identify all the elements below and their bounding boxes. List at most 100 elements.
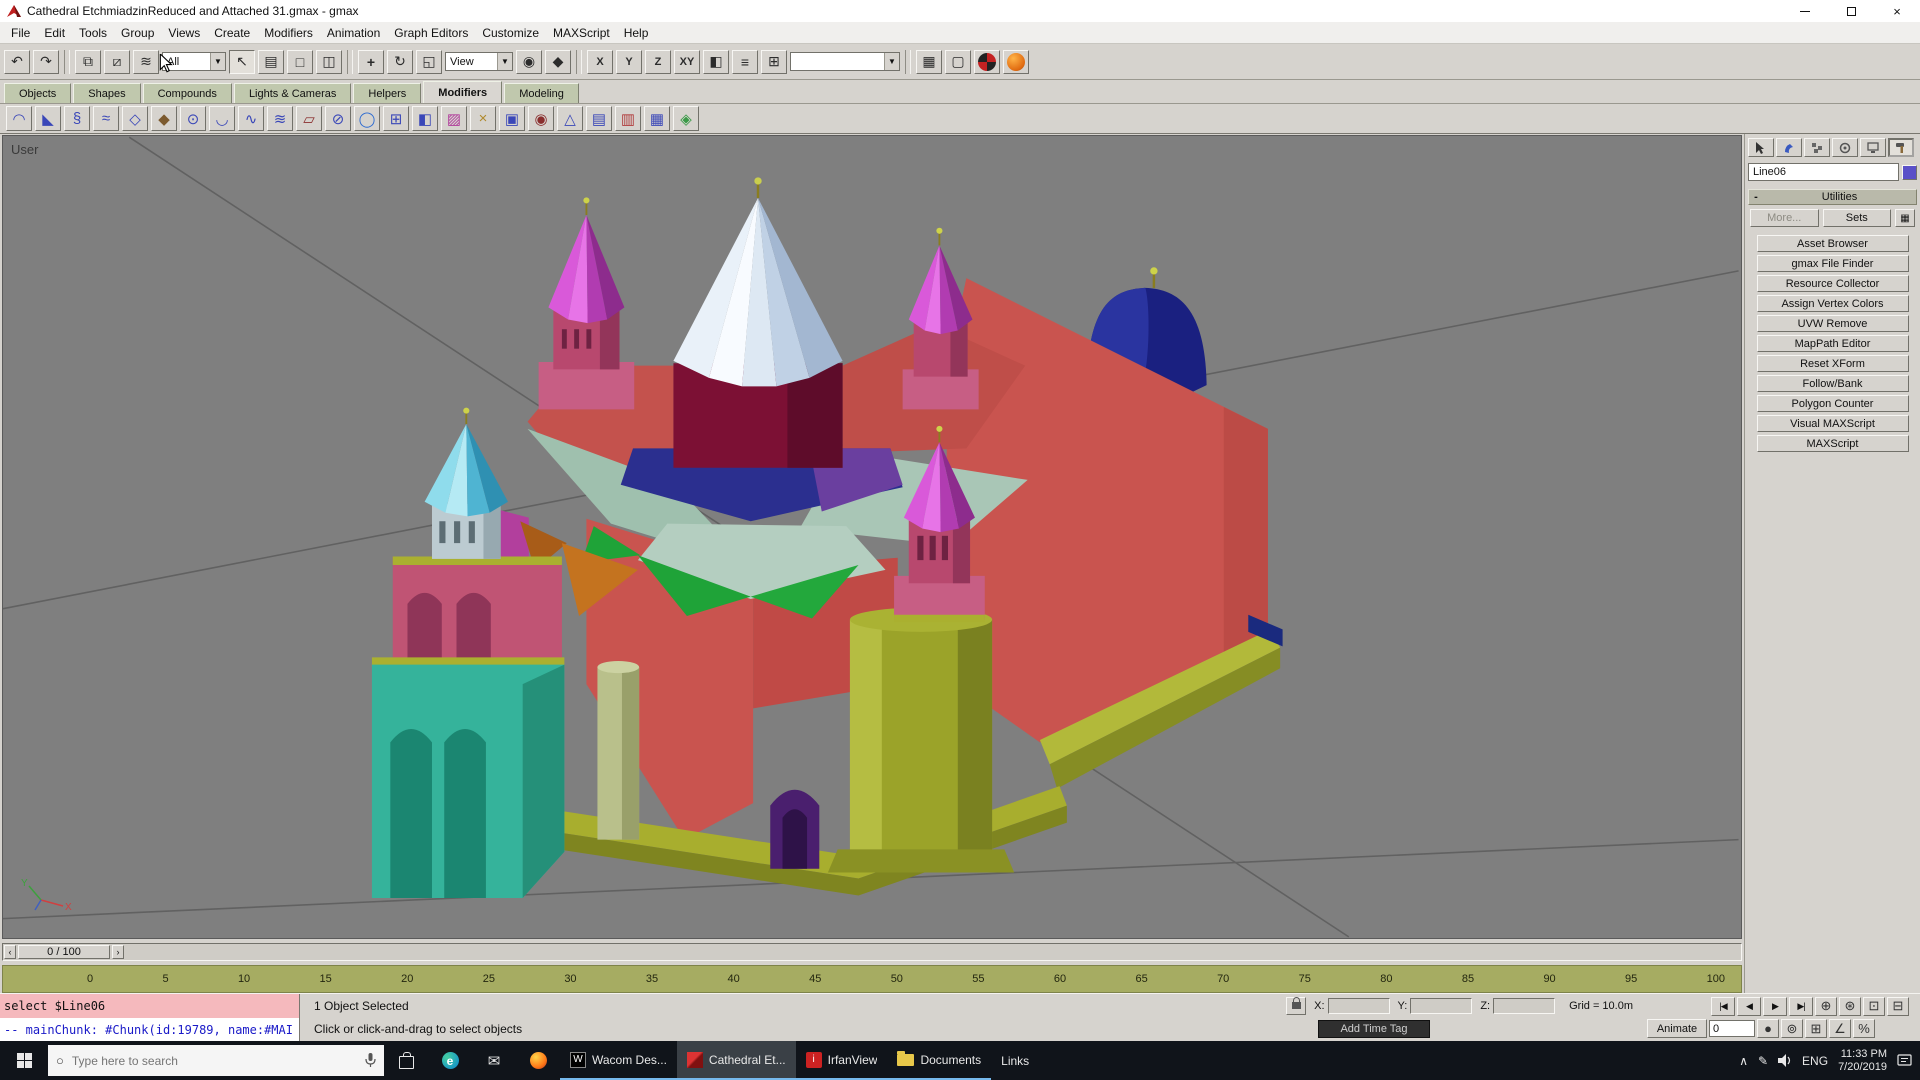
zoom-icon[interactable]: ⊕ [1815,997,1837,1016]
animate-button[interactable]: Animate [1647,1019,1707,1038]
select-and-link-icon[interactable]: ⧉ [75,50,101,74]
reference-coordinate-dropdown[interactable]: View ▼ [445,52,513,71]
create-tab[interactable] [1748,138,1774,157]
taskbar-firefox-button[interactable] [516,1041,560,1080]
motion-tab[interactable] [1832,138,1858,157]
utility-button[interactable]: Asset Browser [1757,235,1909,252]
taskbar-app-documents[interactable]: Documents [887,1041,991,1080]
playback-button[interactable]: ◀ [1737,997,1761,1016]
microphone-icon[interactable] [365,1053,376,1068]
action-center-icon[interactable] [1897,1054,1912,1068]
listener-pink-line[interactable]: select $Line06 [0,994,299,1018]
utility-button[interactable]: Visual MAXScript [1757,415,1909,432]
uvwmap-modifier-icon[interactable]: △ [557,106,583,131]
twist-modifier-icon[interactable]: § [64,106,90,131]
render-scene-icon[interactable] [1003,50,1029,74]
utilities-tab[interactable] [1888,138,1914,157]
selection-filter-dropdown[interactable]: All ▼ [162,52,226,71]
ffd-modifier-icon[interactable]: ◈ [673,106,699,131]
time-slider-handle[interactable]: 0 / 100 [18,945,110,959]
taskbar-edge-button[interactable]: e [428,1041,472,1080]
axis-constraint-button[interactable]: Z [645,50,671,74]
optimize-modifier-icon[interactable]: ◉ [528,106,554,131]
minimize-button[interactable] [1782,0,1828,22]
z-coordinate-field[interactable] [1493,998,1555,1014]
close-button[interactable]: × [1874,0,1920,22]
use-pivot-center-icon[interactable]: ◉ [516,50,542,74]
utility-button[interactable]: gmax File Finder [1757,255,1909,272]
menu-item[interactable]: Group [114,23,161,43]
previous-frame-arrow[interactable]: ‹ [4,945,16,959]
window-crossing-icon[interactable]: ◫ [316,50,342,74]
utility-button[interactable]: Assign Vertex Colors [1757,295,1909,312]
editmesh-modifier-icon[interactable]: ▥ [615,106,641,131]
maxscript-mini-listener[interactable]: select $Line06 -- mainChunk: #Chunk(id:1… [0,994,300,1041]
push-modifier-icon[interactable]: ⊙ [180,106,206,131]
select-by-name-icon[interactable]: ▤ [258,50,284,74]
axis-constraint-button[interactable]: XY [674,50,700,74]
tab-objects[interactable]: Objects [4,83,71,103]
next-frame-arrow[interactable]: › [112,945,124,959]
add-time-tag-button[interactable]: Add Time Tag [1318,1020,1430,1038]
wave-modifier-icon[interactable]: ≋ [267,106,293,131]
utility-button[interactable]: MAXScript [1757,435,1909,452]
menu-item[interactable]: Views [161,23,207,43]
select-and-scale-icon[interactable]: ◱ [416,50,442,74]
modify-tab[interactable] [1776,138,1802,157]
playback-button[interactable]: ▶| [1789,997,1813,1016]
taskbar-links-toolbar[interactable]: Links [991,1041,1039,1080]
volselect-modifier-icon[interactable]: ▦ [644,106,670,131]
axis-constraint-button[interactable]: X [587,50,613,74]
tab-helpers[interactable]: Helpers [353,83,421,103]
taskbar-mail-button[interactable]: ✉ [472,1041,516,1080]
select-object-button[interactable]: ↖ [229,50,255,74]
material-editor-icon[interactable] [974,50,1000,74]
taskbar-store-button[interactable] [384,1041,428,1080]
small-cylinder[interactable] [597,661,639,840]
utility-button[interactable]: MapPath Editor [1757,335,1909,352]
playback-button[interactable]: |◀ [1711,997,1735,1016]
ripple-modifier-icon[interactable]: ∿ [238,106,264,131]
upper-left-spire[interactable] [539,197,635,409]
tab-modeling[interactable]: Modeling [504,83,579,103]
select-and-move-icon[interactable]: + [358,50,384,74]
percent-snap-icon[interactable]: % [1853,1019,1875,1038]
utility-button[interactable]: Follow/Bank [1757,375,1909,392]
stretch-modifier-icon[interactable]: ◇ [122,106,148,131]
snap-toggle-icon[interactable]: ∠ [1829,1019,1851,1038]
tab-compounds[interactable]: Compounds [143,83,232,103]
current-frame-field[interactable]: 0 [1709,1020,1755,1037]
language-indicator[interactable]: ENG [1802,1054,1828,1068]
pan-icon[interactable]: ⊟ [1887,997,1909,1016]
taskbar-app-wacom[interactable]: W Wacom Des... [560,1041,677,1080]
sets-button[interactable]: Sets [1823,209,1892,227]
utility-button[interactable]: UVW Remove [1757,315,1909,332]
track-view-icon[interactable]: ▢ [945,50,971,74]
menu-item[interactable]: Animation [320,23,387,43]
mirror-modifier-icon[interactable]: ◧ [412,106,438,131]
unlink-selection-icon[interactable]: ⧄ [104,50,130,74]
meshsmooth-modifier-icon[interactable]: ▣ [499,106,525,131]
zoom-all-icon[interactable]: ⊛ [1839,997,1861,1016]
align-icon[interactable]: ≡ [732,50,758,74]
rectangular-selection-region-icon[interactable]: □ [287,50,313,74]
viewport-label[interactable]: User [11,142,38,157]
utilities-rollout-header[interactable]: - Utilities [1748,189,1917,205]
array-icon[interactable]: ⊞ [761,50,787,74]
menu-item[interactable]: Edit [37,23,72,43]
tab-lights-cameras[interactable]: Lights & Cameras [234,83,351,103]
tab-modifiers[interactable]: Modifiers [423,81,502,103]
taskbar-app-irfanview[interactable]: i IrfanView [796,1041,888,1080]
pen-icon[interactable]: ✎ [1758,1054,1768,1068]
lattice-modifier-icon[interactable]: ⊞ [383,106,409,131]
menu-item[interactable]: Modifiers [257,23,320,43]
displace-modifier-icon[interactable]: ▨ [441,106,467,131]
menu-item[interactable]: Create [207,23,257,43]
key-mode-icon[interactable]: ● [1757,1019,1779,1038]
utility-button[interactable]: Polygon Counter [1757,395,1909,412]
menu-item[interactable]: Customize [475,23,546,43]
start-button[interactable] [0,1041,48,1080]
central-dome[interactable] [673,177,842,467]
menu-item[interactable]: Help [617,23,656,43]
chevron-down-icon[interactable]: ▼ [497,53,512,70]
